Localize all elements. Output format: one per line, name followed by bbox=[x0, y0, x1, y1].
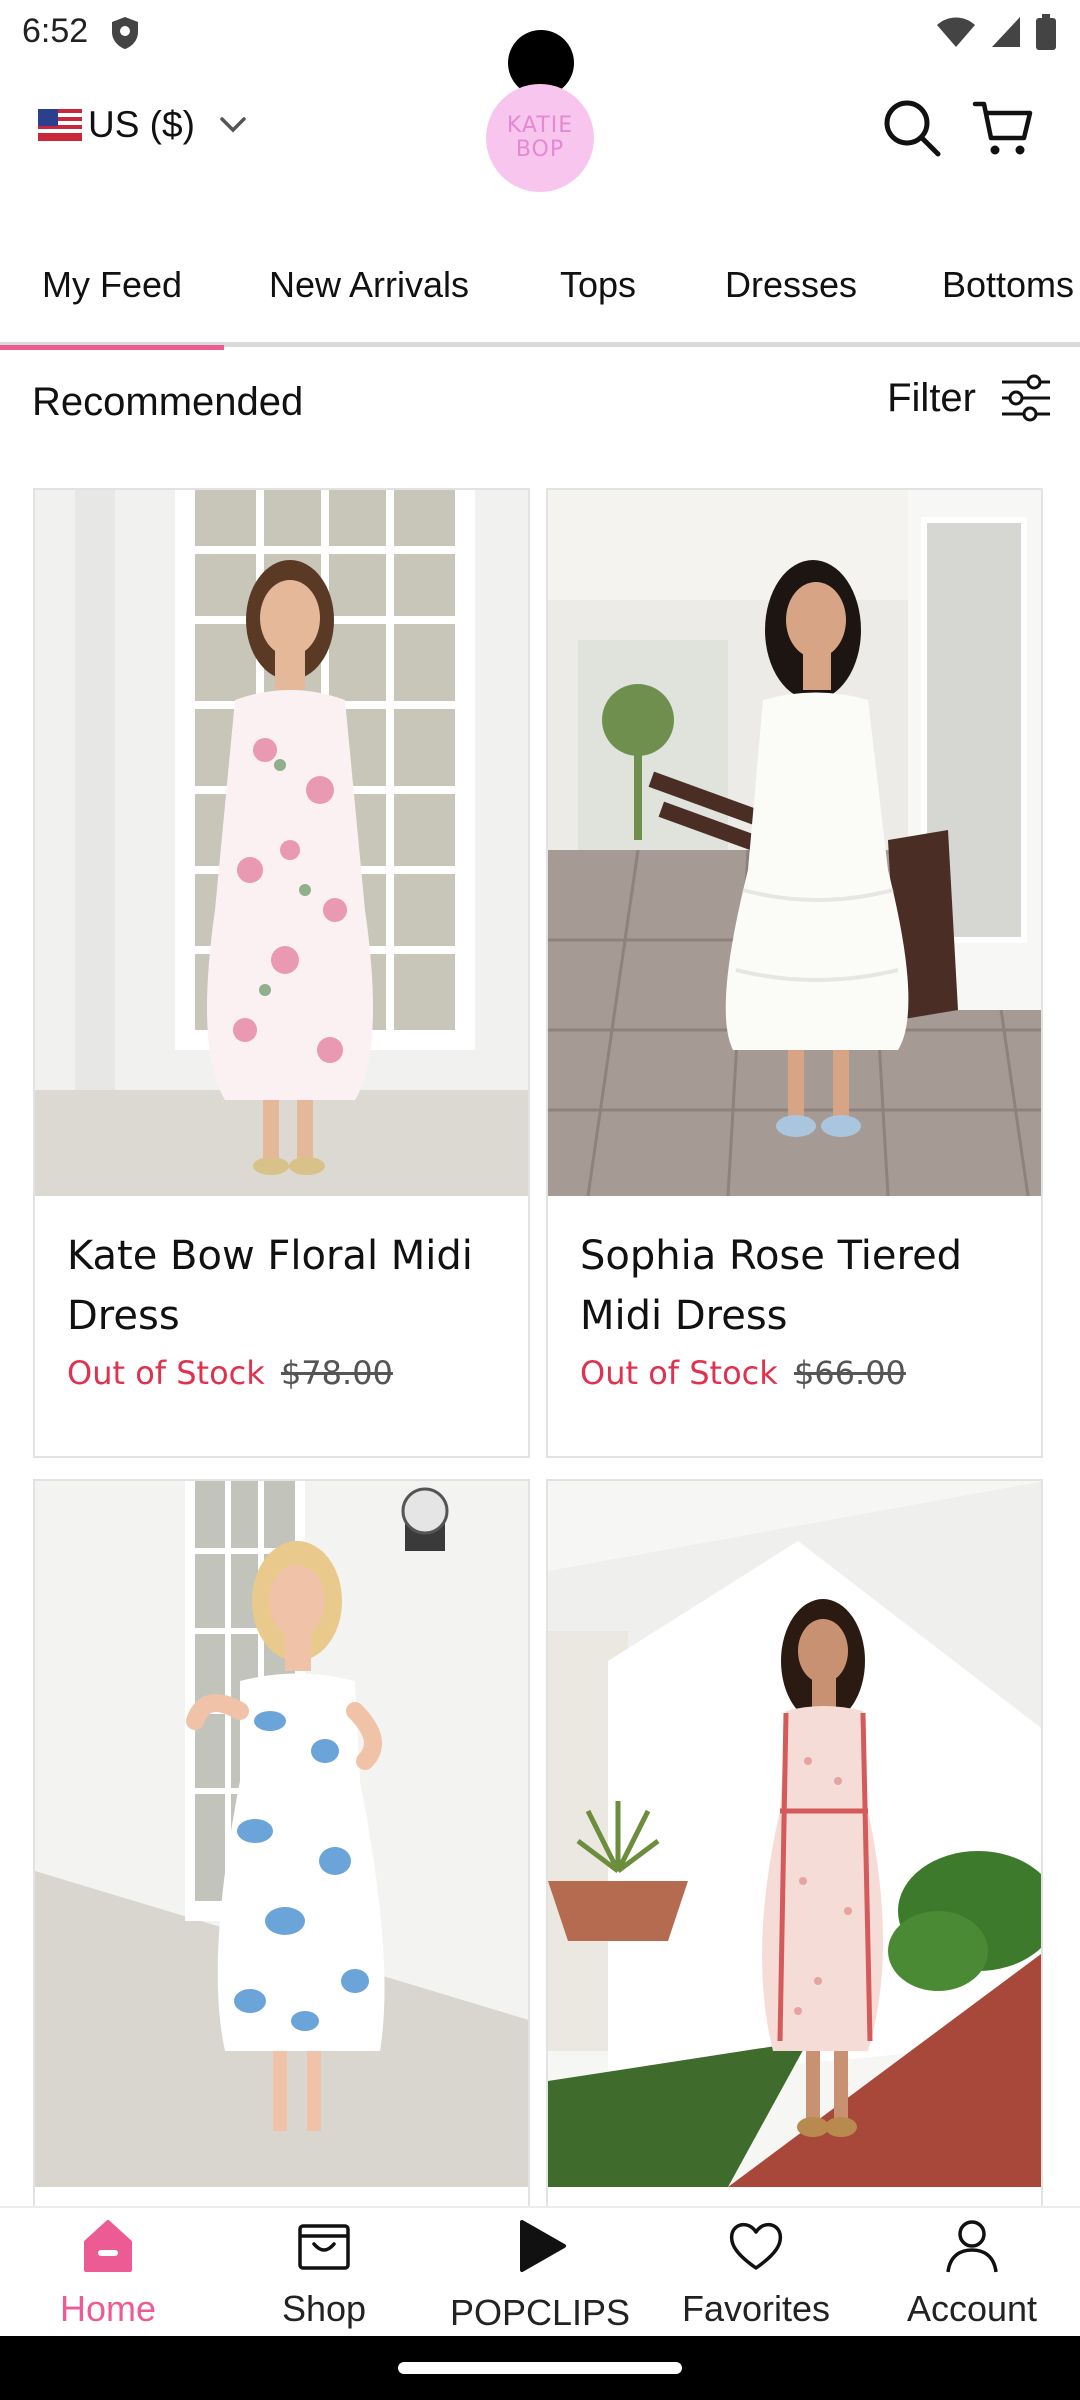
heart-icon bbox=[729, 2222, 783, 2270]
tab-new-arrivals[interactable]: New Arrivals bbox=[224, 225, 514, 345]
product-price-row: Out of Stock $66.00 bbox=[580, 1354, 1009, 1392]
home-icon bbox=[84, 2220, 132, 2272]
tab-my-feed[interactable]: My Feed bbox=[0, 225, 224, 350]
nav-label: POPCLIPS bbox=[449, 2292, 631, 2333]
tab-tops[interactable]: Tops bbox=[514, 225, 682, 345]
battery-icon bbox=[1036, 14, 1056, 50]
bottom-navigation: Home Shop POPCLIPS Favorites Account bbox=[0, 2206, 1080, 2336]
status-icons bbox=[936, 14, 1056, 50]
product-image[interactable] bbox=[548, 490, 1041, 1196]
product-image[interactable] bbox=[35, 1481, 528, 2187]
nav-account[interactable]: Account bbox=[872, 2216, 1072, 2330]
product-image[interactable] bbox=[35, 490, 528, 1196]
product-image[interactable] bbox=[548, 1481, 1041, 2187]
play-icon bbox=[520, 2220, 566, 2272]
product-photo-blue-floral-dress bbox=[35, 1481, 528, 2187]
status-time: 6:52 bbox=[22, 12, 89, 50]
store-logo[interactable]: KATIE BOP bbox=[486, 84, 594, 192]
product-title[interactable]: Sophia Rose Tiered Midi Dress bbox=[580, 1226, 1009, 1346]
shield-icon bbox=[112, 17, 138, 49]
nav-popclips[interactable]: POPCLIPS bbox=[440, 2216, 640, 2334]
product-info: Sophia Rose Tiered Midi Dress Out of Sto… bbox=[548, 1196, 1041, 1392]
nav-label: Shop bbox=[281, 2288, 367, 2329]
category-tabs: My Feed New Arrivals Tops Dresses Bottom… bbox=[0, 225, 1080, 350]
logo-line-2: BOP bbox=[515, 137, 565, 162]
nav-home[interactable]: Home bbox=[8, 2216, 208, 2330]
stock-status: Out of Stock bbox=[67, 1354, 265, 1392]
tab-dresses[interactable]: Dresses bbox=[682, 225, 900, 345]
product-price-row: Out of Stock $78.00 bbox=[67, 1354, 496, 1392]
cart-icon[interactable] bbox=[972, 96, 1036, 160]
tab-label: New Arrivals bbox=[268, 264, 470, 305]
home-gesture-handle[interactable] bbox=[398, 2362, 682, 2374]
app-header: US ($) KATIE BOP bbox=[0, 64, 1080, 214]
stock-status: Out of Stock bbox=[580, 1354, 778, 1392]
tab-label: Dresses bbox=[724, 264, 858, 305]
tab-bottoms[interactable]: Bottoms bbox=[900, 225, 1080, 345]
nav-label: Favorites bbox=[681, 2288, 831, 2329]
filter-label: Filter bbox=[887, 375, 976, 420]
product-photo-pink-dress bbox=[548, 1481, 1041, 2187]
currency-selector[interactable]: US ($) bbox=[38, 104, 247, 146]
nav-label: Account bbox=[906, 2288, 1038, 2329]
shop-icon bbox=[298, 2224, 350, 2270]
logo-line-1: KATIE bbox=[506, 113, 574, 138]
nav-favorites[interactable]: Favorites bbox=[656, 2216, 856, 2330]
tab-label: My Feed bbox=[41, 264, 183, 305]
product-title[interactable]: Kate Bow Floral Midi Dress bbox=[67, 1226, 496, 1346]
tab-label: Tops bbox=[559, 264, 637, 305]
system-gesture-bar bbox=[0, 2336, 1080, 2400]
us-flag-icon bbox=[38, 109, 82, 141]
currency-label: US ($) bbox=[88, 104, 195, 145]
product-price: $78.00 bbox=[280, 1354, 393, 1392]
filter-sliders-icon bbox=[1002, 374, 1050, 422]
nav-label: Home bbox=[59, 2288, 157, 2329]
product-photo-white-dress bbox=[548, 490, 1041, 1196]
product-card[interactable] bbox=[546, 1479, 1043, 2239]
product-card[interactable] bbox=[33, 1479, 530, 2239]
filter-button[interactable]: Filter bbox=[887, 372, 1052, 424]
signal-icon bbox=[992, 17, 1020, 47]
product-card[interactable]: Sophia Rose Tiered Midi Dress Out of Sto… bbox=[546, 488, 1043, 1458]
account-icon bbox=[946, 2220, 998, 2273]
product-price: $66.00 bbox=[793, 1354, 906, 1392]
product-photo-floral-dress bbox=[35, 490, 528, 1196]
chevron-down-icon bbox=[220, 117, 246, 133]
product-info: Kate Bow Floral Midi Dress Out of Stock … bbox=[35, 1196, 528, 1392]
nav-shop[interactable]: Shop bbox=[224, 2216, 424, 2330]
section-title: Recommended bbox=[32, 380, 304, 424]
wifi-icon bbox=[937, 17, 975, 47]
search-icon[interactable] bbox=[880, 96, 944, 160]
product-card[interactable]: Kate Bow Floral Midi Dress Out of Stock … bbox=[33, 488, 530, 1458]
tab-label: Bottoms bbox=[942, 264, 1075, 305]
